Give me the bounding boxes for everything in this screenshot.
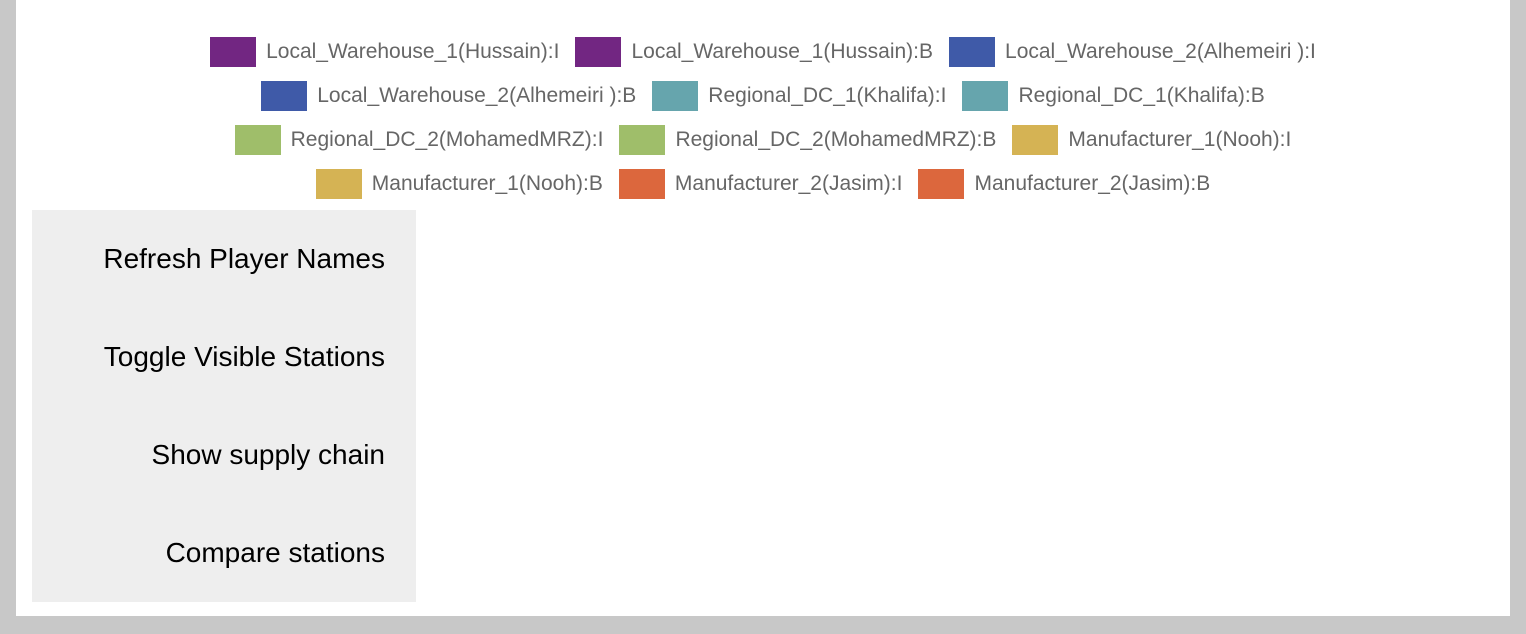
chart-frame: Local_Warehouse_1(Hussain):I Local_Wareh… bbox=[16, 0, 1510, 616]
legend-swatch bbox=[619, 125, 666, 155]
legend-item[interactable]: Manufacturer_1(Nooh):I bbox=[1012, 125, 1291, 155]
show-supply-chain-button[interactable]: Show supply chain bbox=[32, 406, 416, 504]
legend-item[interactable]: Manufacturer_1(Nooh):B bbox=[315, 169, 603, 199]
legend-item[interactable]: Manufacturer_2(Jasim):B bbox=[918, 169, 1210, 199]
legend-label: Manufacturer_1(Nooh):B bbox=[371, 172, 603, 195]
legend-label: Local_Warehouse_1(Hussain):B bbox=[631, 40, 934, 63]
legend-label: Regional_DC_1(Khalifa):I bbox=[708, 84, 947, 107]
legend-row: Local_Warehouse_1(Hussain):I Local_Wareh… bbox=[16, 30, 1510, 74]
legend-swatch bbox=[652, 81, 699, 111]
legend-row: Regional_DC_2(MohamedMRZ):I Regional_DC_… bbox=[16, 118, 1510, 162]
legend-swatch bbox=[618, 169, 665, 199]
legend-swatch bbox=[1012, 125, 1059, 155]
legend-swatch bbox=[962, 81, 1009, 111]
legend-label: Local_Warehouse_1(Hussain):I bbox=[266, 40, 560, 63]
legend-label: Regional_DC_1(Khalifa):B bbox=[1018, 84, 1265, 107]
legend-swatch bbox=[315, 169, 362, 199]
compare-stations-button[interactable]: Compare stations bbox=[32, 504, 416, 602]
legend-swatch bbox=[918, 169, 965, 199]
legend-swatch bbox=[949, 37, 996, 67]
legend-label: Local_Warehouse_2(Alhemeiri ):I bbox=[1005, 40, 1316, 63]
context-menu: Refresh Player Names Toggle Visible Stat… bbox=[32, 210, 416, 602]
legend-item[interactable]: Regional_DC_2(MohamedMRZ):I bbox=[234, 125, 604, 155]
legend-swatch bbox=[261, 81, 308, 111]
legend-row: Manufacturer_1(Nooh):B Manufacturer_2(Ja… bbox=[16, 162, 1510, 206]
legend-label: Manufacturer_1(Nooh):I bbox=[1068, 128, 1292, 151]
legend-item[interactable]: Regional_DC_1(Khalifa):B bbox=[962, 81, 1265, 111]
legend-label: Regional_DC_2(MohamedMRZ):I bbox=[290, 128, 604, 151]
refresh-player-names-button[interactable]: Refresh Player Names bbox=[32, 210, 416, 308]
legend-item[interactable]: Local_Warehouse_2(Alhemeiri ):I bbox=[949, 37, 1316, 67]
legend-item[interactable]: Regional_DC_2(MohamedMRZ):B bbox=[619, 125, 996, 155]
legend-row: Local_Warehouse_2(Alhemeiri ):B Regional… bbox=[16, 74, 1510, 118]
legend-label: Local_Warehouse_2(Alhemeiri ):B bbox=[317, 84, 637, 107]
legend-swatch bbox=[210, 37, 257, 67]
legend-label: Manufacturer_2(Jasim):B bbox=[974, 172, 1211, 195]
legend-label: Regional_DC_2(MohamedMRZ):B bbox=[675, 128, 997, 151]
legend-swatch bbox=[575, 37, 622, 67]
legend-item[interactable]: Manufacturer_2(Jasim):I bbox=[618, 169, 903, 199]
legend-label: Manufacturer_2(Jasim):I bbox=[674, 172, 903, 195]
legend: Local_Warehouse_1(Hussain):I Local_Wareh… bbox=[16, 30, 1510, 206]
legend-item[interactable]: Local_Warehouse_2(Alhemeiri ):B bbox=[261, 81, 636, 111]
legend-item[interactable]: Local_Warehouse_1(Hussain):I bbox=[210, 37, 559, 67]
legend-item[interactable]: Regional_DC_1(Khalifa):I bbox=[652, 81, 946, 111]
legend-swatch bbox=[234, 125, 281, 155]
toggle-visible-stations-button[interactable]: Toggle Visible Stations bbox=[32, 308, 416, 406]
legend-item[interactable]: Local_Warehouse_1(Hussain):B bbox=[575, 37, 933, 67]
